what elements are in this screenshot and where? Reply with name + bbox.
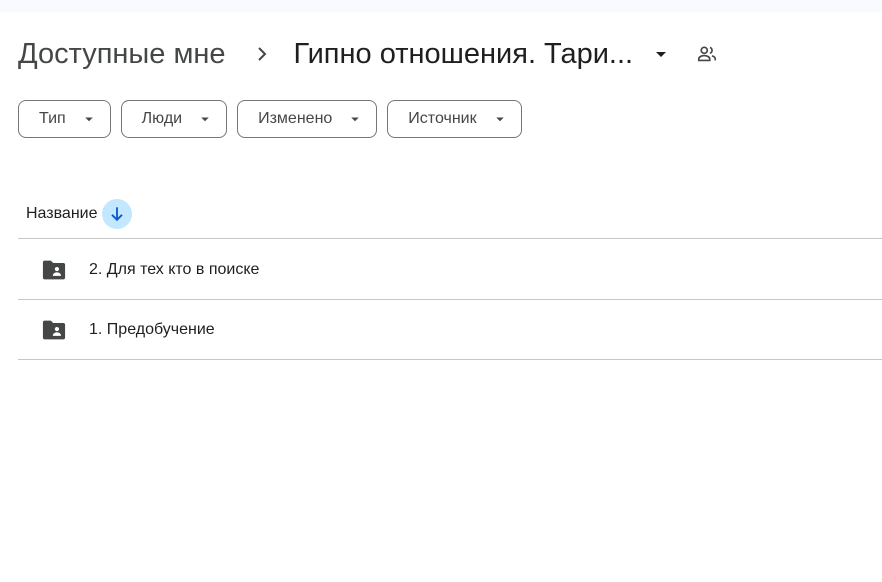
sort-direction-button[interactable] — [101, 199, 132, 229]
column-name-label: Название — [26, 205, 98, 222]
file-list: 2. Для тех кто в поиске 1. Предобучение — [18, 240, 882, 360]
caret-down-icon — [649, 42, 673, 66]
filter-source-chip[interactable]: Источник — [387, 100, 522, 138]
caret-down-icon — [80, 110, 98, 128]
filter-chips: Тип Люди Изменено Источник — [18, 100, 522, 138]
chevron-right-icon — [250, 42, 274, 66]
list-item-name: 2. Для тех кто в поиске — [89, 260, 260, 278]
shared-people-icon[interactable] — [695, 42, 719, 66]
breadcrumb-current-label: Гипно отношения. Тари... — [293, 37, 634, 70]
arrow-down-icon — [110, 207, 123, 222]
filter-people-label: Люди — [141, 110, 183, 127]
filter-modified-chip[interactable]: Изменено — [237, 100, 378, 138]
list-item-name: 1. Предобучение — [89, 320, 215, 338]
breadcrumb-root[interactable]: Доступные мне — [18, 38, 226, 71]
list-header: Название — [18, 190, 882, 239]
list-item[interactable]: 2. Для тех кто в поиске — [18, 240, 882, 300]
shared-folder-icon — [40, 316, 68, 344]
breadcrumb: Доступные мне Гипно отношения. Тари... — [18, 30, 719, 78]
column-name-header[interactable]: Название — [26, 199, 132, 229]
caret-down-icon — [196, 110, 214, 128]
list-item[interactable]: 1. Предобучение — [18, 300, 882, 360]
filter-source-label: Источник — [408, 110, 477, 127]
breadcrumb-current-folder[interactable]: Гипно отношения. Тари... — [294, 38, 674, 71]
top-bar-strip — [0, 0, 882, 12]
filter-modified-label: Изменено — [258, 110, 333, 127]
filter-people-chip[interactable]: Люди — [120, 100, 228, 138]
filter-type-label: Тип — [39, 110, 66, 127]
shared-folder-icon — [40, 256, 68, 284]
caret-down-icon — [491, 110, 509, 128]
caret-down-icon — [346, 110, 364, 128]
filter-type-chip[interactable]: Тип — [18, 100, 111, 138]
